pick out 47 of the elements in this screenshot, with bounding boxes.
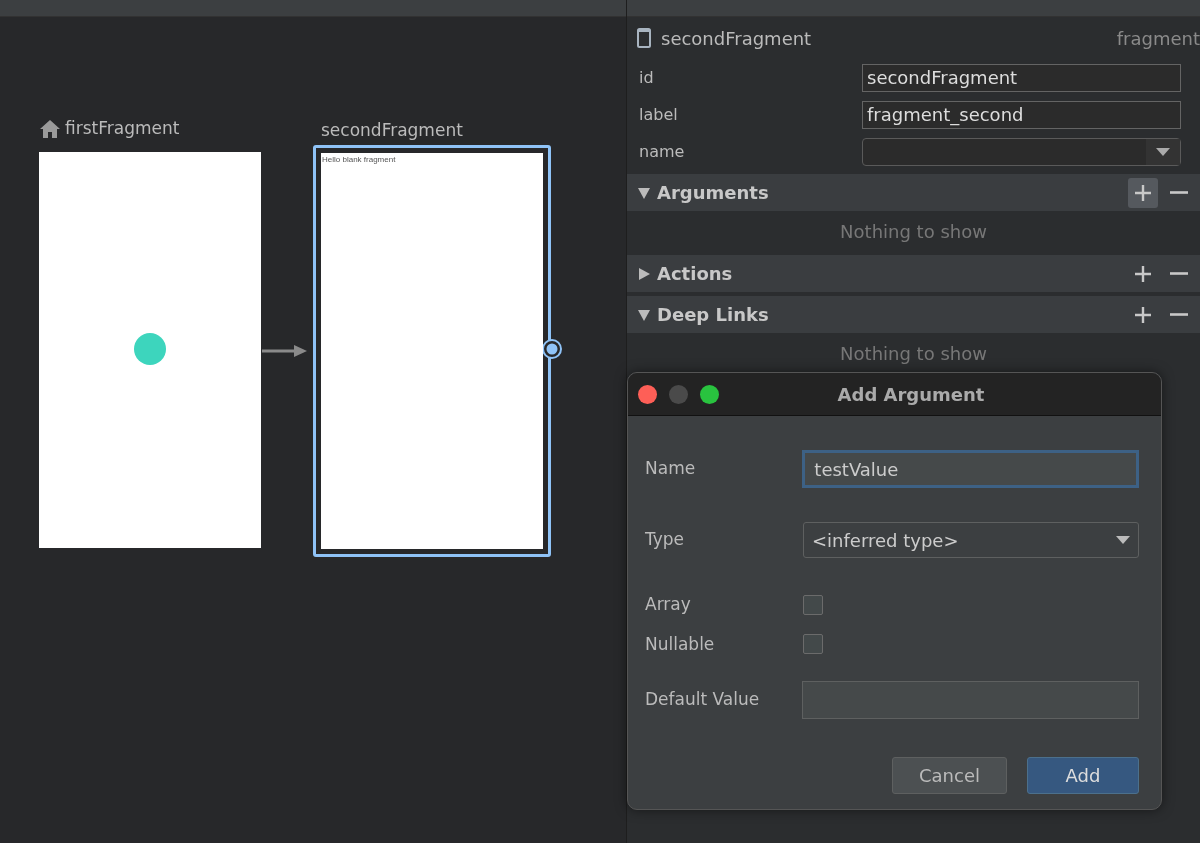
- destination-title: secondFragment: [661, 26, 812, 51]
- empty-message: Nothing to show: [839, 219, 988, 244]
- remove-icon: [1170, 313, 1188, 316]
- collapsed-icon[interactable]: [637, 266, 651, 281]
- dot-icon: [134, 333, 166, 365]
- field-label: Nullable: [645, 632, 716, 656]
- expanded-icon[interactable]: [637, 185, 651, 200]
- add-button[interactable]: [1128, 177, 1158, 208]
- dialog-title: Add Argument: [836, 382, 986, 407]
- remove-icon: [1170, 272, 1188, 275]
- field-label: Default Value: [645, 688, 761, 712]
- field-label: Array: [645, 593, 692, 616]
- caret-icon: [1156, 147, 1170, 156]
- caret-icon: [1116, 536, 1130, 544]
- text-field[interactable]: secondFragment: [862, 63, 1181, 92]
- dropdown[interactable]: <inferred type>: [803, 522, 1139, 558]
- section-title[interactable]: Arguments: [657, 179, 769, 206]
- add-icon: [1134, 305, 1152, 324]
- destination-label[interactable]: firstFragment: [65, 116, 180, 142]
- field-label: Type: [645, 528, 686, 552]
- expanded-icon[interactable]: [637, 307, 651, 322]
- field-label: id: [639, 66, 655, 89]
- checkbox[interactable]: [803, 594, 823, 615]
- add-icon: [1134, 264, 1152, 283]
- preview-text: Hello blank fragment: [321, 154, 397, 166]
- field-label: Name: [645, 457, 697, 481]
- cancel-button[interactable]: Cancel: [892, 757, 1007, 794]
- text-field[interactable]: [802, 681, 1139, 719]
- section-title[interactable]: Actions: [657, 260, 733, 287]
- screen-preview[interactable]: Hello blank fragment: [321, 153, 543, 549]
- destination-type: fragment: [1116, 26, 1200, 51]
- text-field[interactable]: fragment_second: [862, 100, 1181, 129]
- phone-icon: [637, 28, 651, 48]
- add-icon: [1134, 183, 1152, 202]
- arrow-icon: [262, 344, 308, 358]
- destination-label[interactable]: secondFragment: [321, 118, 463, 144]
- remove-icon: [1170, 191, 1188, 194]
- close-button[interactable]: [638, 384, 657, 404]
- empty-message: Nothing to show: [839, 341, 988, 366]
- field-label: name: [639, 140, 686, 163]
- maximize-button[interactable]: [700, 384, 719, 404]
- text-field[interactable]: testValue: [802, 450, 1139, 488]
- field-label: label: [639, 103, 679, 126]
- section-title[interactable]: Deep Links: [657, 301, 769, 328]
- checkbox[interactable]: [803, 634, 823, 655]
- action-handle[interactable]: [541, 338, 563, 360]
- add-button[interactable]: Add: [1027, 757, 1139, 794]
